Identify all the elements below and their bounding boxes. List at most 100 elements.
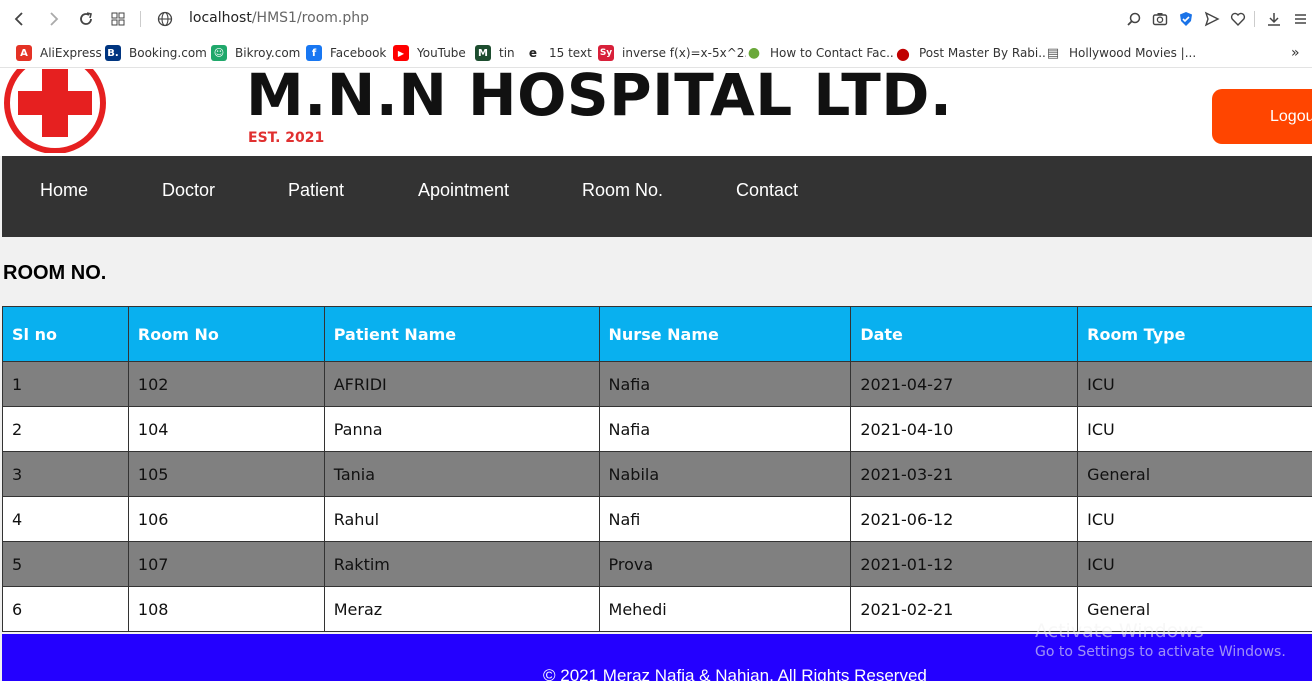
cell-room-type: ICU <box>1077 361 1312 407</box>
cell-patient-name: Meraz <box>323 586 600 632</box>
hospital-name: M.N.N HOSPITAL LTD. <box>246 69 953 129</box>
cell-sl-no: 5 <box>2 541 129 587</box>
cell-patient-name: Raktim <box>323 541 600 587</box>
globe-icon <box>155 9 175 29</box>
table-row: 4 106 Rahul Nafi 2021-06-12 ICU <box>2 496 1312 542</box>
heart-icon[interactable] <box>1228 9 1248 29</box>
menu-icon[interactable] <box>1290 9 1310 29</box>
col-patient-name: Patient Name <box>323 306 600 362</box>
booking-icon: B. <box>105 45 121 61</box>
cell-nurse-name: Nafi <box>598 496 852 542</box>
col-room-type: Room Type <box>1077 306 1312 362</box>
bookmarks-bar: A AliExpress B. Booking.com ☺ Bikroy.com fF… <box>0 38 1312 68</box>
cell-nurse-name: Nabila <box>598 451 852 497</box>
cell-date: 2021-04-10 <box>850 406 1079 452</box>
col-date: Date <box>850 306 1079 362</box>
bookmark-label: YouTube <box>417 46 466 60</box>
nav-room-no[interactable]: Room No. <box>582 180 663 201</box>
bookmark-label: Bikroy.com <box>235 46 301 60</box>
site-header: M.N.N HOSPITAL LTD. EST. 2021 Logout <box>0 69 1312 156</box>
cell-nurse-name: Prova <box>598 541 852 587</box>
nav-appointment[interactable]: Apointment <box>418 180 509 201</box>
forward-icon[interactable] <box>43 9 63 29</box>
bookmark-symbolab[interactable]: Sy inverse f(x)=x-5x^2... <box>598 44 756 62</box>
cell-room-no: 106 <box>127 496 325 542</box>
cell-date: 2021-03-21 <box>850 451 1079 497</box>
bookmark-label: How to Contact Fac... <box>770 46 898 60</box>
established-year: EST. 2021 <box>248 130 325 146</box>
bookmark-label: 15 text <box>549 46 592 60</box>
page-title: ROOM NO. <box>3 262 107 284</box>
nav-patient[interactable]: Patient <box>288 180 344 201</box>
cell-room-type: ICU <box>1077 406 1312 452</box>
download-icon[interactable] <box>1264 9 1284 29</box>
table-row: 3 105 Tania Nabila 2021-03-21 General <box>2 451 1312 497</box>
url-host: localhost <box>189 10 252 26</box>
cell-room-no: 108 <box>127 586 325 632</box>
logout-button[interactable]: Logout <box>1212 89 1312 144</box>
document-icon: ▤ <box>1045 45 1061 61</box>
bookmark-post-master[interactable]: ● Post Master By Rabi... <box>895 43 1050 63</box>
cell-sl-no: 6 <box>2 586 129 632</box>
cell-sl-no: 3 <box>2 451 129 497</box>
nav-contact[interactable]: Contact <box>736 180 798 201</box>
main-nav: Home Doctor Patient Apointment Room No. … <box>2 156 1312 237</box>
shield-icon[interactable] <box>1176 9 1196 29</box>
col-nurse-name: Nurse Name <box>598 306 852 362</box>
nav-home[interactable]: Home <box>40 180 88 201</box>
url-path: /HMS1/room.php <box>251 10 369 26</box>
cell-date: 2021-04-27 <box>850 361 1079 407</box>
send-icon[interactable] <box>1202 9 1222 29</box>
bookmark-label: Booking.com <box>129 46 207 60</box>
cell-room-no: 102 <box>127 361 325 407</box>
camera-icon[interactable] <box>1150 9 1170 29</box>
bookmark-tin[interactable]: Mtin <box>475 44 515 62</box>
bookmark-facebook[interactable]: f Facebook <box>306 44 386 62</box>
cell-nurse-name: Nafia <box>598 406 852 452</box>
nav-doctor[interactable]: Doctor <box>162 180 215 201</box>
col-sl-no: Sl no <box>2 306 129 362</box>
e-logo-icon: e <box>525 45 541 61</box>
cell-nurse-name: Mehedi <box>598 586 852 632</box>
windows-activation-watermark: Activate Windows Go to Settings to activ… <box>1035 620 1286 660</box>
page: M.N.N HOSPITAL LTD. EST. 2021 Logout Hom… <box>0 69 1312 681</box>
address-bar[interactable]: localhost/HMS1/room.php <box>189 10 369 26</box>
bookmark-15-text[interactable]: e 15 text <box>525 44 592 62</box>
cell-room-no: 105 <box>127 451 325 497</box>
bookmark-youtube[interactable]: ▶ YouTube <box>393 44 466 62</box>
table-header-row: Sl no Room No Patient Name Nurse Name Da… <box>2 306 1312 362</box>
bookmark-label: inverse f(x)=x-5x^2... <box>622 46 756 60</box>
browser-toolbar: localhost/HMS1/room.php <box>0 0 1312 38</box>
cell-patient-name: AFRIDI <box>323 361 600 407</box>
bookmark-aliexpress[interactable]: A AliExpress <box>16 44 102 62</box>
aliexpress-icon: A <box>16 45 32 61</box>
map-pin-icon: ● <box>746 45 762 61</box>
cell-room-no: 104 <box>127 406 325 452</box>
symbolab-icon: Sy <box>598 45 614 61</box>
speed-dial-icon[interactable] <box>108 9 128 29</box>
bookmarks-overflow-icon[interactable]: » <box>1291 44 1300 62</box>
cell-room-type: ICU <box>1077 541 1312 587</box>
cell-room-no: 107 <box>127 541 325 587</box>
bookmark-hollywood[interactable]: ▤ Hollywood Movies |... <box>1045 44 1196 62</box>
watermark-title: Activate Windows <box>1035 620 1204 642</box>
cell-patient-name: Panna <box>323 406 600 452</box>
bookmark-booking[interactable]: B. Booking.com <box>105 44 207 62</box>
zoom-icon[interactable] <box>1124 9 1144 29</box>
bookmark-label: tin <box>499 46 515 60</box>
reload-icon[interactable] <box>76 9 96 29</box>
toolbar-separator-right <box>1254 11 1255 27</box>
tin-icon: M <box>475 45 491 61</box>
bookmark-bikroy[interactable]: ☺ Bikroy.com <box>211 44 300 62</box>
back-icon[interactable] <box>10 9 30 29</box>
red-dot-icon: ● <box>895 43 911 63</box>
cell-patient-name: Tania <box>323 451 600 497</box>
bookmark-contact[interactable]: ● How to Contact Fac... <box>746 44 898 62</box>
cell-sl-no: 2 <box>2 406 129 452</box>
red-cross-logo-icon <box>4 69 106 153</box>
bookmark-label: Facebook <box>330 46 387 60</box>
room-table: Sl no Room No Patient Name Nurse Name Da… <box>2 306 1312 632</box>
cell-room-type: ICU <box>1077 496 1312 542</box>
cell-sl-no: 4 <box>2 496 129 542</box>
watermark-subtitle: Go to Settings to activate Windows. <box>1035 644 1286 660</box>
